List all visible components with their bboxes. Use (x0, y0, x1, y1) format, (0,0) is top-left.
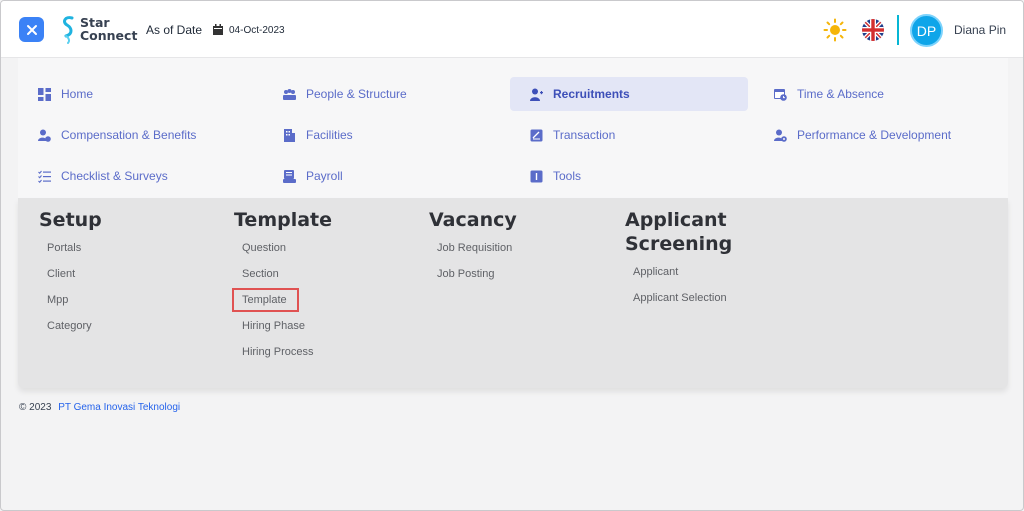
menu-item-label: Performance & Development (797, 128, 952, 142)
submenu-link-job-requisition[interactable]: Job Requisition (429, 240, 517, 266)
submenu-link-mpp[interactable]: Mpp (39, 292, 102, 318)
submenu-link-category[interactable]: Category (39, 318, 102, 344)
logo-text-line2: Connect (80, 28, 138, 43)
menu-item-label: Tools (553, 169, 582, 183)
close-menu-button[interactable] (19, 17, 44, 42)
submenu-link-applicant[interactable]: Applicant (625, 264, 732, 290)
menu-item-checklist-surveys[interactable]: Checklist & Surveys (18, 159, 258, 193)
header-divider (897, 15, 899, 45)
submenu-link-hiring-process[interactable]: Hiring Process (234, 344, 332, 370)
building-icon (284, 128, 295, 142)
app-window: Star Connect As of Date 04-Oct-2023 DP D… (0, 0, 1024, 511)
tools-icon (530, 170, 543, 182)
as-of-date-value[interactable]: 04-Oct-2023 (229, 25, 285, 36)
submenu-heading-applicant-screening: Applicant Screening (625, 208, 732, 256)
submenu-column-setup: Setup Portals Client Mpp Category (39, 208, 102, 344)
menu-item-label: Checklist & Surveys (61, 169, 168, 183)
user-money-icon (38, 129, 51, 142)
as-of-date-label: As of Date (146, 23, 203, 37)
menu-item-payroll[interactable]: Payroll (263, 159, 503, 193)
menu-item-label: Recruitments (553, 87, 630, 101)
menu-item-facilities[interactable]: Facilities (263, 118, 503, 152)
menu-item-performance-development[interactable]: Performance & Development (754, 118, 1004, 152)
submenu-link-question[interactable]: Question (234, 240, 332, 266)
menu-item-label: Time & Absence (797, 87, 884, 101)
menu-item-time-absence[interactable]: Time & Absence (754, 77, 994, 111)
user-avatar[interactable]: DP (910, 14, 943, 47)
footer: © 2023 PT Gema Inovasi Teknologi (19, 402, 180, 413)
heading-line2: Screening (625, 233, 733, 255)
submenu-link-job-posting[interactable]: Job Posting (429, 266, 517, 292)
submenu-column-template: Template Question Section Template Hirin… (232, 208, 333, 370)
submenu-column-vacancy: Vacancy Job Requisition Job Posting (429, 208, 517, 292)
submenu-link-client[interactable]: Client (39, 266, 102, 292)
calendar-clock-icon (774, 88, 787, 101)
theme-toggle-sun-icon[interactable] (823, 18, 847, 42)
people-icon (283, 88, 296, 100)
submenu-link-template[interactable]: Template (232, 288, 332, 318)
app-logo[interactable]: Star Connect (61, 13, 137, 45)
main-menu: Home People & Structure Recruitments Tim… (18, 58, 1008, 198)
uk-flag-language-icon[interactable] (862, 19, 884, 41)
heading-line1: Applicant (625, 209, 727, 231)
submenu-column-applicant-screening: Applicant Screening Applicant Applicant … (625, 208, 732, 316)
submenu-heading-template: Template (234, 209, 333, 231)
transaction-icon (530, 129, 543, 141)
menu-item-label: Home (61, 87, 94, 101)
menu-item-label: Transaction (553, 128, 616, 142)
menu-item-compensation-benefits[interactable]: Compensation & Benefits (18, 118, 258, 152)
submenu-link-section[interactable]: Section (234, 266, 332, 292)
star-connect-logo-icon (63, 16, 74, 44)
avatar-initials: DP (916, 22, 937, 39)
close-icon (26, 24, 37, 35)
menu-item-label: Compensation & Benefits (61, 128, 197, 142)
copyright-text: © 2023 (19, 402, 52, 413)
menu-item-home[interactable]: Home (18, 77, 258, 111)
submenu-link-template-label: Template (232, 288, 299, 312)
top-bar: Star Connect As of Date 04-Oct-2023 DP D… (1, 1, 1023, 58)
user-plus-icon (530, 88, 543, 101)
menu-item-label: Payroll (306, 169, 343, 183)
menu-item-tools[interactable]: Tools (510, 159, 748, 193)
menu-item-transaction[interactable]: Transaction (510, 118, 748, 152)
calendar-icon[interactable] (213, 24, 223, 35)
recruitments-submenu: Setup Portals Client Mpp Category Templa… (18, 198, 1008, 388)
payroll-icon (283, 169, 296, 183)
dashboard-icon (38, 87, 51, 101)
company-link[interactable]: PT Gema Inovasi Teknologi (58, 402, 180, 413)
submenu-link-portals[interactable]: Portals (39, 240, 102, 266)
submenu-heading-setup: Setup (39, 209, 102, 231)
menu-item-people-structure[interactable]: People & Structure (263, 77, 503, 111)
submenu-link-applicant-selection[interactable]: Applicant Selection (625, 290, 732, 316)
menu-item-label: People & Structure (306, 87, 407, 101)
menu-item-label: Facilities (306, 128, 353, 142)
user-gear-icon (774, 129, 787, 142)
submenu-link-hiring-phase[interactable]: Hiring Phase (234, 318, 332, 344)
submenu-heading-vacancy: Vacancy (429, 209, 517, 231)
checklist-icon (38, 170, 51, 183)
user-name[interactable]: Diana Pin (954, 23, 1006, 37)
menu-item-recruitments[interactable]: Recruitments (510, 77, 748, 111)
